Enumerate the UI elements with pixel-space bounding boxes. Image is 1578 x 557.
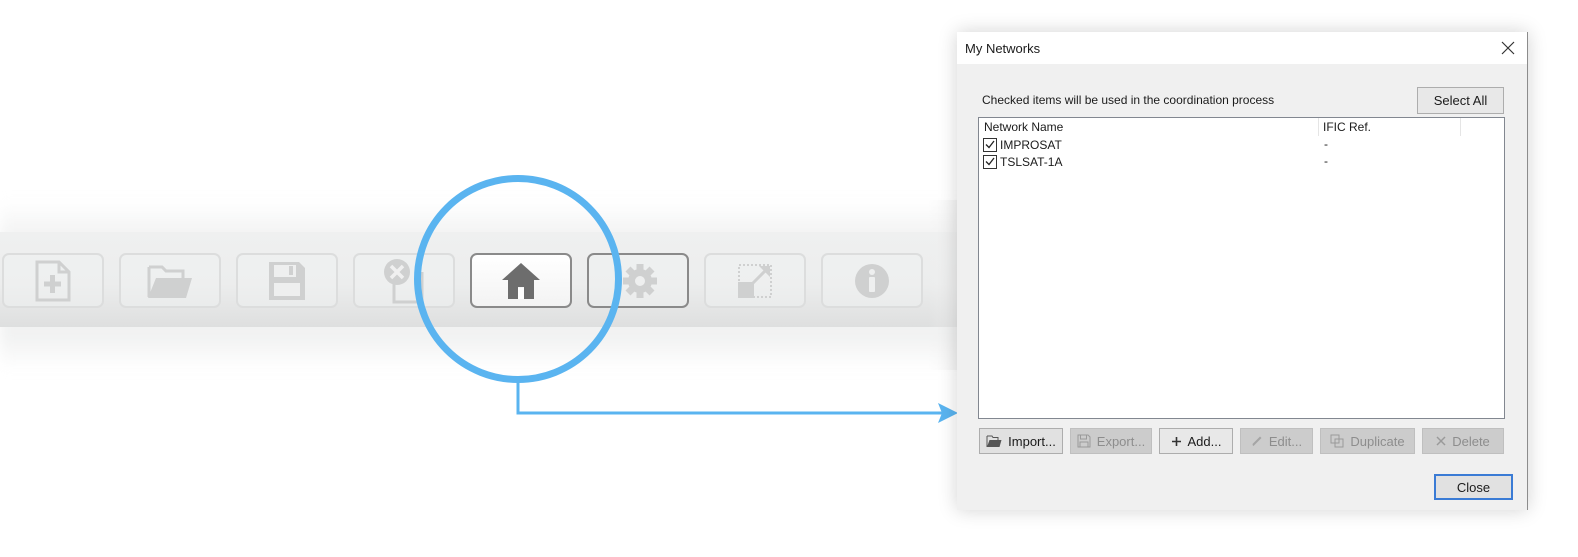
list-header: Network Name IFIC Ref. — [979, 118, 1504, 136]
folder-open-icon — [986, 435, 1002, 447]
save-icon — [1077, 434, 1091, 448]
toolbar-new-button[interactable] — [2, 253, 104, 308]
toolbar-open-button[interactable] — [119, 253, 221, 308]
checkmark-icon — [985, 140, 995, 149]
list-row[interactable]: TSLSAT-1A - — [979, 153, 1504, 170]
pencil-icon — [1252, 436, 1262, 446]
dialog-close-button[interactable] — [1497, 38, 1519, 58]
duplicate-button[interactable]: Duplicate — [1320, 428, 1415, 454]
dialog-title: My Networks — [965, 40, 1041, 56]
delete-label: Delete — [1452, 433, 1490, 449]
folder-open-icon — [147, 265, 192, 298]
select-all-button[interactable]: Select All — [1417, 87, 1504, 114]
ific-ref: - — [1324, 137, 1328, 151]
close-button[interactable]: Close — [1434, 474, 1513, 500]
close-file-icon — [384, 258, 424, 303]
toolbar-home-button[interactable] — [470, 253, 572, 308]
column-ific-ref[interactable]: IFIC Ref. — [1319, 118, 1461, 136]
ific-ref: - — [1324, 154, 1328, 168]
my-networks-dialog: My Networks Checked items will be used i… — [957, 32, 1528, 510]
new-file-icon — [35, 260, 71, 301]
save-icon — [269, 261, 305, 300]
close-icon — [1501, 41, 1515, 55]
duplicate-icon — [1330, 434, 1344, 448]
row-checkbox[interactable] — [983, 137, 997, 152]
add-button[interactable]: Add... — [1159, 428, 1233, 454]
duplicate-label: Duplicate — [1350, 433, 1405, 449]
delete-button[interactable]: Delete — [1422, 428, 1504, 454]
dialog-titlebar: My Networks — [957, 32, 1527, 64]
import-label: Import... — [1008, 433, 1056, 449]
gear-icon — [623, 263, 657, 298]
info-icon — [855, 263, 889, 298]
row-checkbox[interactable] — [983, 154, 997, 169]
network-name: TSLSAT-1A — [1000, 154, 1063, 169]
home-icon — [502, 262, 540, 299]
edit-label: Edit... — [1268, 433, 1303, 449]
export-button[interactable]: Export... — [1070, 428, 1152, 454]
toolbar-settings-button[interactable] — [587, 253, 689, 308]
edit-button[interactable]: Edit... — [1240, 428, 1313, 454]
import-button[interactable]: Import... — [979, 428, 1063, 454]
add-label: Add... — [1187, 433, 1222, 449]
checkmark-icon — [985, 157, 995, 166]
toolbar-close-file-button[interactable] — [353, 253, 455, 308]
column-network-name[interactable]: Network Name — [979, 118, 1319, 136]
plus-icon — [1171, 436, 1181, 446]
toolbar-resize-button[interactable] — [704, 253, 806, 308]
toolbar-save-button[interactable] — [236, 253, 338, 308]
export-label: Export... — [1096, 433, 1146, 449]
hint-text: Checked items will be used in the coordi… — [982, 93, 1275, 107]
resize-icon — [738, 263, 772, 298]
network-name: IMPROSAT — [1000, 137, 1062, 152]
network-list[interactable]: Network Name IFIC Ref. IMPROSAT - TSLSAT… — [978, 117, 1505, 419]
list-row[interactable]: IMPROSAT - — [979, 136, 1504, 153]
delete-icon — [1436, 436, 1446, 446]
arrow-head-icon — [938, 403, 958, 423]
